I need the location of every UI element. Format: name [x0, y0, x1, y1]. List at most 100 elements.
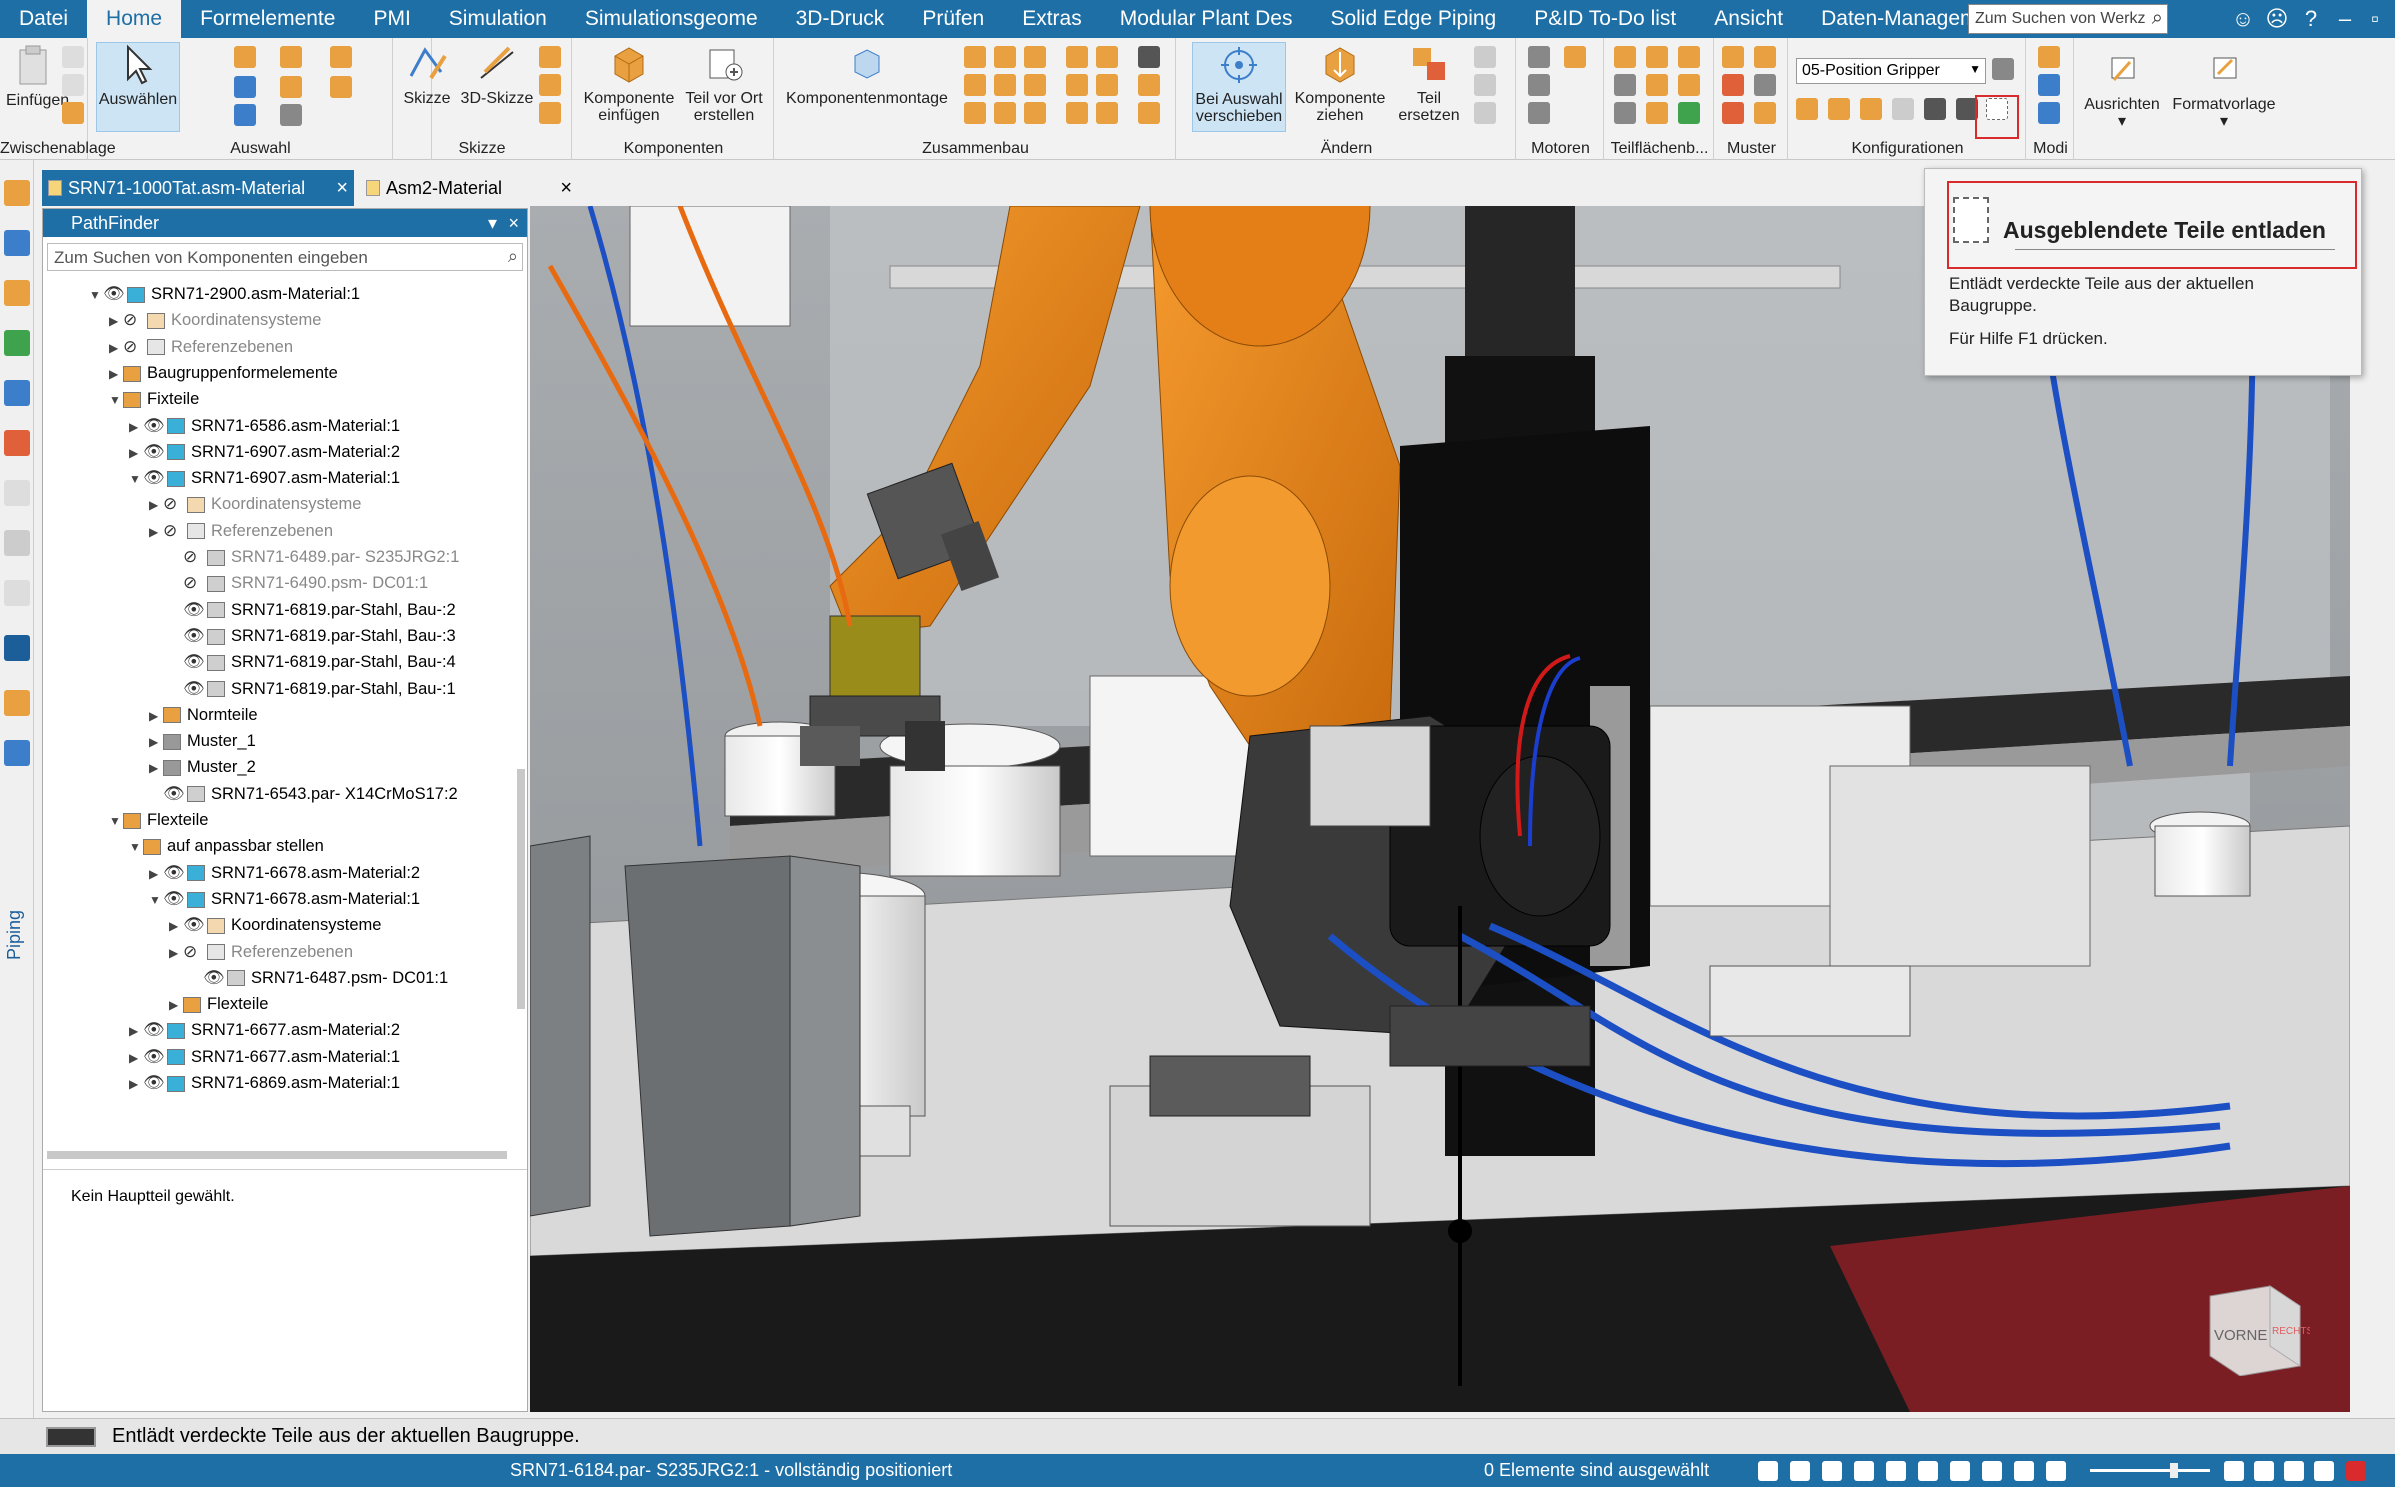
eye-icon[interactable]: 👁	[143, 1070, 167, 1096]
menu-extras[interactable]: Extras	[1003, 0, 1101, 38]
relate-3-icon[interactable]	[1024, 46, 1046, 68]
expand-icon[interactable]: ▶	[149, 492, 163, 518]
eye-icon[interactable]: 👁	[203, 965, 227, 991]
tree-node[interactable]: ▶ ⊘ Referenzebenen	[169, 939, 353, 965]
face-3-icon[interactable]	[1678, 46, 1700, 68]
expand-icon[interactable]: ▶	[169, 913, 183, 939]
config-5-icon[interactable]	[1924, 98, 1946, 120]
expand-icon[interactable]: ▶	[149, 861, 163, 887]
tools-tab-icon[interactable]	[4, 280, 30, 306]
assembly-tab-icon[interactable]	[4, 230, 30, 256]
relate-13-icon[interactable]	[1096, 74, 1118, 96]
expand-icon[interactable]: ▶	[109, 308, 123, 334]
pathfinder-tab-icon[interactable]	[4, 180, 30, 206]
relate-12-icon[interactable]	[1066, 74, 1088, 96]
sketch-option-2-icon[interactable]	[539, 74, 561, 96]
ausrichten-button[interactable]: Ausrichten ▾	[2080, 48, 2164, 130]
close-icon[interactable]: ×	[336, 170, 348, 206]
eye-icon[interactable]: 👁	[183, 597, 207, 623]
motor-3-icon[interactable]	[1528, 74, 1550, 96]
tree-node[interactable]: ▶ ⊘ Referenzebenen	[149, 518, 333, 544]
expand-icon[interactable]: ▶	[109, 361, 123, 387]
video-record-icon[interactable]	[2254, 1461, 2274, 1481]
wheel-icon[interactable]	[2224, 1461, 2244, 1481]
menu-3d-druck[interactable]: 3D-Druck	[777, 0, 904, 38]
pathfinder-search-input[interactable]: Zum Suchen von Komponenten eingeben ⌕	[47, 243, 523, 271]
config-4-icon[interactable]	[1892, 98, 1914, 120]
tree-node[interactable]: ▶ Flexteile	[169, 991, 268, 1017]
expand-icon[interactable]: ▶	[149, 729, 163, 755]
tree-node[interactable]: 👁 SRN71-6819.par-Stahl, Bau-:2	[169, 597, 456, 623]
command-search-input[interactable]: Zum Suchen von Werkz ⌕	[1968, 4, 2168, 34]
teil-ersetzen-button[interactable]: Teil ersetzen	[1392, 42, 1466, 124]
zoom-slider[interactable]	[2090, 1463, 2210, 1478]
hidden-eye-icon[interactable]: ⊘	[163, 518, 187, 544]
relate-5-icon[interactable]	[994, 74, 1016, 96]
sketch-option-1-icon[interactable]	[539, 46, 561, 68]
hidden-eye-icon[interactable]: ⊘	[183, 939, 207, 965]
3d-viewport[interactable]: VORNE RECHTS	[530, 206, 2350, 1412]
tree-node[interactable]: ▶ 👁 SRN71-6677.asm-Material:1	[129, 1044, 400, 1070]
tree-node[interactable]: ▶ ⊘ Referenzebenen	[109, 334, 293, 360]
motor-1-icon[interactable]	[1528, 46, 1550, 68]
menu-modular-plant[interactable]: Modular Plant Des	[1101, 0, 1312, 38]
relate-1-icon[interactable]	[964, 46, 986, 68]
expand-icon[interactable]: ▶	[129, 440, 143, 466]
reset-icon[interactable]	[2314, 1461, 2334, 1481]
tree-node[interactable]: ▶ 👁 Koordinatensysteme	[169, 912, 381, 938]
restore-icon[interactable]: ▫	[2360, 4, 2390, 34]
select-parts-icon[interactable]	[280, 46, 302, 68]
eye-icon[interactable]: 👁	[103, 281, 127, 307]
expand-icon[interactable]: ▶	[169, 992, 183, 1018]
zoom-area-icon[interactable]	[1790, 1461, 1810, 1481]
shading-icon[interactable]	[1950, 1461, 1970, 1481]
eye-icon[interactable]: 👁	[143, 413, 167, 439]
hidden-eye-icon[interactable]: ⊘	[183, 570, 207, 596]
tree-node[interactable]: ▼ auf anpassbar stellen	[129, 833, 324, 859]
piping-tab-icon[interactable]	[4, 690, 30, 716]
pattern-5-icon[interactable]	[1722, 102, 1744, 124]
modify-1-icon[interactable]	[1474, 46, 1496, 68]
eye-icon[interactable]: 👁	[163, 886, 187, 912]
smiley-happy-icon[interactable]: ☺	[2228, 4, 2258, 34]
expand-icon[interactable]: ▶	[149, 519, 163, 545]
tree-node[interactable]: ▼ Flexteile	[109, 807, 208, 833]
tree-node[interactable]: 👁 SRN71-6487.psm- DC01:1	[189, 965, 448, 991]
config-2-icon[interactable]	[1828, 98, 1850, 120]
tree-node[interactable]: ⊘ SRN71-6489.par- S235JRG2:1	[169, 544, 459, 570]
copy-icon[interactable]	[62, 74, 84, 96]
tree-node[interactable]: 👁 SRN71-6819.par-Stahl, Bau-:4	[169, 649, 456, 675]
tree-node[interactable]: ▶ 👁 SRN71-6677.asm-Material:2	[129, 1017, 400, 1043]
zoom-icon[interactable]	[1822, 1461, 1842, 1481]
relate-2-icon[interactable]	[994, 46, 1016, 68]
select-group-icon[interactable]	[330, 46, 352, 68]
expand-icon[interactable]: ▶	[129, 1018, 143, 1044]
face-1-icon[interactable]	[1614, 46, 1636, 68]
view-fit-icon[interactable]	[1758, 1461, 1778, 1481]
select-window-icon[interactable]	[234, 104, 256, 126]
pattern-3-icon[interactable]	[1722, 74, 1744, 96]
close-icon[interactable]: ×	[508, 209, 519, 237]
menu-home[interactable]: Home	[87, 0, 182, 38]
pattern-6-icon[interactable]	[1754, 102, 1776, 124]
tree-node[interactable]: ⊘ SRN71-6490.psm- DC01:1	[169, 570, 428, 596]
eye-icon[interactable]: 👁	[143, 439, 167, 465]
expand-icon[interactable]: ▶	[129, 414, 143, 440]
face-5-icon[interactable]	[1646, 74, 1668, 96]
skizze-3d-button[interactable]: 3D-Skizze	[457, 42, 537, 107]
face-2-icon[interactable]	[1646, 46, 1668, 68]
eye-icon[interactable]: 👁	[183, 912, 207, 938]
format-paint-icon[interactable]	[62, 102, 84, 124]
menu-simulationsgeometrie[interactable]: Simulationsgeome	[566, 0, 777, 38]
tree-node[interactable]: ▼ 👁 SRN71-2900.asm-Material:1	[89, 281, 360, 307]
expand-icon[interactable]: ▶	[109, 335, 123, 361]
pattern-2-icon[interactable]	[1754, 46, 1776, 68]
tree-node[interactable]: 👁 SRN71-6819.par-Stahl, Bau-:1	[169, 676, 456, 702]
relate-9-icon[interactable]	[1024, 102, 1046, 124]
relate-11-icon[interactable]	[1096, 46, 1118, 68]
pen-tab-icon[interactable]	[4, 480, 30, 506]
collapse-icon[interactable]: ▼	[109, 808, 123, 834]
expand-icon[interactable]: ▶	[129, 1045, 143, 1071]
tree-node[interactable]: ▶ 👁 SRN71-6678.asm-Material:2	[149, 860, 420, 886]
eye-icon[interactable]: 👁	[183, 676, 207, 702]
